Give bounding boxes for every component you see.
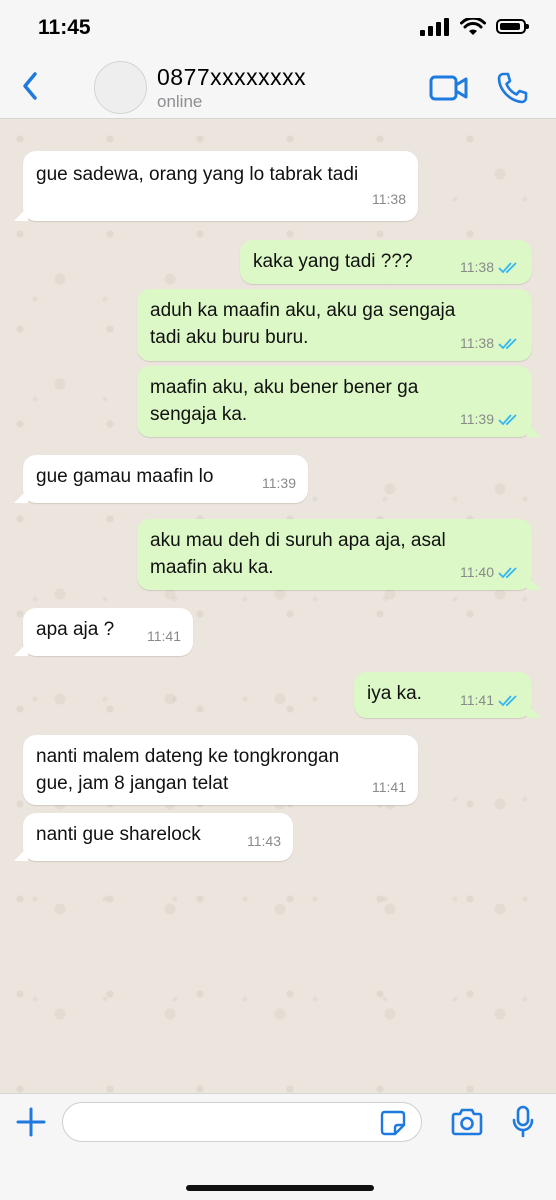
message-time: 11:41 bbox=[372, 779, 406, 795]
contact-name[interactable]: 0877xxxxxxxx bbox=[157, 64, 306, 91]
message-text: gue, jam 8 jangan telat bbox=[36, 773, 229, 794]
read-receipt-icon bbox=[498, 694, 517, 706]
battery-icon bbox=[496, 19, 529, 34]
message-text: maafin aku, aku bener bener ga bbox=[150, 377, 419, 398]
message-text: gue sadewa, orang yang lo tabrak tadi bbox=[36, 164, 359, 185]
message-input[interactable] bbox=[62, 1102, 422, 1142]
microphone-icon[interactable] bbox=[511, 1105, 535, 1139]
message-input-bar bbox=[0, 1093, 556, 1190]
camera-icon[interactable] bbox=[450, 1108, 484, 1136]
message-time: 11:39 bbox=[460, 411, 494, 427]
message-time: 11:40 bbox=[460, 564, 494, 580]
signal-icon bbox=[420, 18, 449, 36]
status-icons bbox=[420, 18, 530, 40]
status-bar: 11:45 bbox=[0, 0, 556, 58]
message-text: aduh ka maafin aku, aku ga sengaja bbox=[150, 300, 456, 321]
contact-status: online bbox=[157, 92, 203, 111]
message-bubble-incoming[interactable]: gue sadewa, orang yang lo tabrak tadi 11… bbox=[14, 151, 418, 221]
message-text: nanti malem dateng ke tongkrongan bbox=[36, 746, 340, 767]
chat-header: 0877xxxxxxxx online bbox=[0, 58, 556, 119]
contact-avatar[interactable] bbox=[94, 61, 147, 114]
message-time: 11:38 bbox=[372, 191, 406, 207]
plus-icon[interactable] bbox=[15, 1106, 47, 1138]
message-time: 11:43 bbox=[247, 833, 281, 849]
status-time: 11:45 bbox=[38, 16, 91, 39]
message-text: nanti gue sharelock bbox=[36, 824, 201, 845]
message-bubble-incoming[interactable]: gue gamau maafin lo 11:39 bbox=[14, 455, 308, 503]
message-text: aku mau deh di suruh apa aja, asal bbox=[150, 530, 446, 551]
message-bubble-outgoing[interactable]: maafin aku, aku bener bener ga sengaja k… bbox=[137, 366, 541, 437]
home-indicator bbox=[186, 1185, 374, 1191]
read-receipt-icon bbox=[498, 337, 517, 349]
video-call-icon[interactable] bbox=[429, 74, 469, 102]
message-time: 11:38 bbox=[460, 335, 494, 351]
message-bubble-incoming[interactable]: apa aja ? 11:41 bbox=[14, 608, 193, 656]
message-bubble-incoming[interactable]: nanti malem dateng ke tongkrongan gue, j… bbox=[23, 735, 418, 805]
message-bubble-incoming[interactable]: nanti gue sharelock 11:43 bbox=[14, 813, 293, 861]
message-time: 11:39 bbox=[262, 475, 296, 491]
sticker-icon[interactable] bbox=[380, 1110, 406, 1136]
chat-area[interactable]: gue sadewa, orang yang lo tabrak tadi 11… bbox=[0, 119, 556, 1093]
back-chevron-icon[interactable] bbox=[20, 70, 40, 102]
message-bubble-outgoing[interactable]: kaka yang tadi ??? 11:38 bbox=[240, 240, 532, 284]
message-time: 11:41 bbox=[147, 628, 181, 644]
message-text: gue gamau maafin lo bbox=[36, 466, 214, 487]
read-receipt-icon bbox=[498, 413, 517, 425]
message-bubble-outgoing[interactable]: iya ka. 11:41 bbox=[354, 672, 541, 718]
message-bubble-outgoing[interactable]: aduh ka maafin aku, aku ga sengaja tadi … bbox=[137, 289, 532, 361]
read-receipt-icon bbox=[498, 566, 517, 578]
message-time: 11:38 bbox=[460, 259, 494, 275]
wifi-icon bbox=[460, 18, 486, 35]
phone-call-icon[interactable] bbox=[496, 71, 528, 105]
message-time: 11:41 bbox=[460, 692, 494, 708]
message-bubble-outgoing[interactable]: aku mau deh di suruh apa aja, asal maafi… bbox=[137, 519, 541, 590]
read-receipt-icon bbox=[498, 261, 517, 273]
